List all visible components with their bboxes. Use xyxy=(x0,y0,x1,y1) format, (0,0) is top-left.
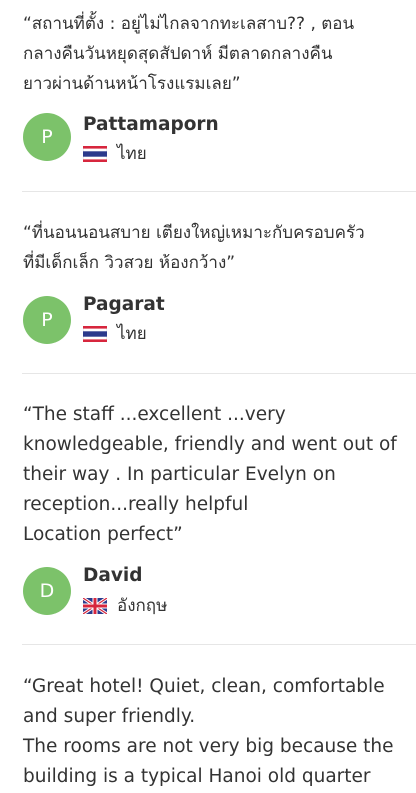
review-quote: “ที่นอนนอนสบาย เตียงใหญ่เหมาะกับครอบครัว… xyxy=(23,218,365,278)
review-quote-line: ที่มีเด็กเล็ก วิวสวย ห้องกว้าง” xyxy=(23,253,236,273)
reviewer-avatar: P xyxy=(23,296,71,344)
review-quote-line: and super friendly. xyxy=(23,706,196,727)
reviewer-country-name: ไทย xyxy=(117,144,147,164)
review-quote-line: “The staff ...excellent ...very xyxy=(23,404,286,425)
review-quote-line: “ที่นอนนอนสบาย เตียงใหญ่เหมาะกับครอบครัว xyxy=(23,223,365,243)
reviewer-country-name: อังกฤษ xyxy=(117,596,168,616)
reviewer-name: Pattamaporn xyxy=(83,114,219,135)
review-card: “Great hotel! Quiet, clean, comfortable … xyxy=(0,645,416,793)
reviewer-country: อังกฤษ xyxy=(83,595,167,617)
review-quote-line: กลางคืนวันหยุดสุดสัปดาห์ มีตลาดกลางคืน xyxy=(23,44,333,64)
review-quote: “สถานที่ตั้ง : อยู่ไม่ไกลจากทะเลสาบ?? , … xyxy=(23,9,354,99)
review-quote-line: The rooms are not very big because the xyxy=(23,736,394,757)
review-quote-line: “Great hotel! Quiet, clean, comfortable xyxy=(23,676,385,697)
thailand-flag-icon xyxy=(83,146,107,162)
uk-flag-icon xyxy=(83,598,107,614)
review-quote-line: knowledgeable, friendly and went out of xyxy=(23,434,397,455)
review-card: “The staff ...excellent ...very knowledg… xyxy=(0,374,416,645)
reviewer-name: David xyxy=(83,565,143,586)
review-quote: “The staff ...excellent ...very knowledg… xyxy=(23,400,397,550)
review-quote-line: Location perfect” xyxy=(23,524,183,545)
reviewer-country-name: ไทย xyxy=(117,324,147,344)
reviewer-country: ไทย xyxy=(83,323,147,345)
review-quote-line: their way . In particular Evelyn on xyxy=(23,464,336,485)
review-list: “สถานที่ตั้ง : อยู่ไม่ไกลจากทะเลสาบ?? , … xyxy=(0,0,416,793)
thailand-flag-icon xyxy=(83,326,107,342)
review-quote-line: building is a typical Hanoi old quarter xyxy=(23,766,371,787)
reviewer-avatar: P xyxy=(23,113,71,161)
review-quote-line: “สถานที่ตั้ง : อยู่ไม่ไกลจากทะเลสาบ?? , … xyxy=(23,14,355,34)
review-quote-line: ยาวผ่านด้านหน้าโรงแรมเลย” xyxy=(23,74,241,94)
review-card: “สถานที่ตั้ง : อยู่ไม่ไกลจากทะเลสาบ?? , … xyxy=(0,0,416,192)
reviewer-avatar: D xyxy=(23,567,71,615)
reviewer-country: ไทย xyxy=(83,143,147,165)
review-quote: “Great hotel! Quiet, clean, comfortable … xyxy=(23,672,394,792)
reviewer-name: Pagarat xyxy=(83,294,165,315)
review-quote-line: reception...really helpful xyxy=(23,494,249,515)
review-card: “ที่นอนนอนสบาย เตียงใหญ่เหมาะกับครอบครัว… xyxy=(0,192,416,374)
